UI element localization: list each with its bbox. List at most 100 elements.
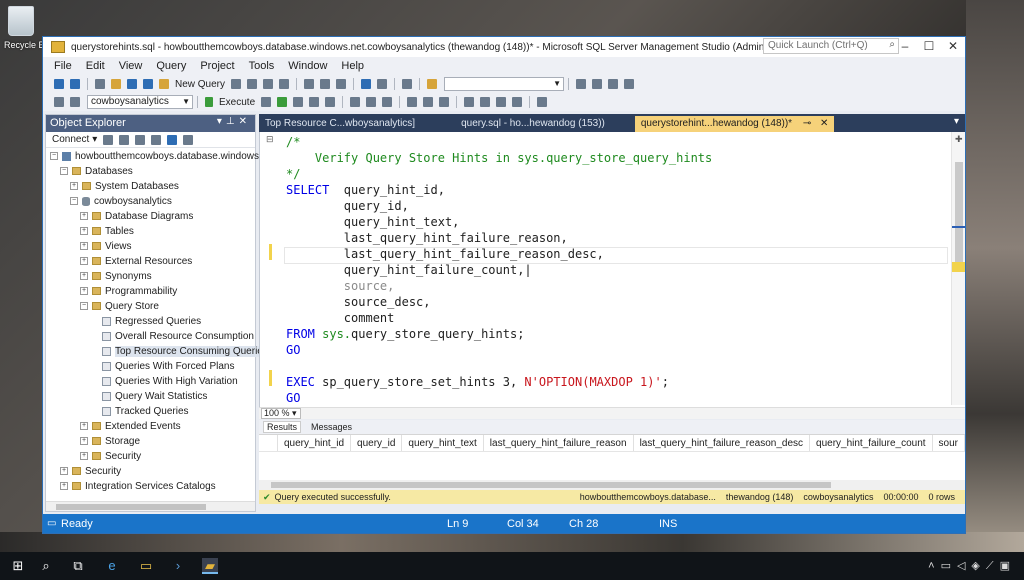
expand-icon[interactable]: + xyxy=(80,452,88,461)
tab-messages[interactable]: Messages xyxy=(311,422,352,432)
tree-item[interactable]: − Databases xyxy=(46,164,255,179)
expand-icon[interactable]: + xyxy=(60,467,68,476)
paste-icon[interactable] xyxy=(336,79,347,89)
tree-item[interactable]: + External Resources xyxy=(46,254,255,269)
windows-start-icon[interactable]: ⊞ xyxy=(10,558,26,574)
object-explorer-hscrollbar[interactable] xyxy=(46,501,255,511)
live-query-stats-icon[interactable] xyxy=(366,97,377,107)
back-icon[interactable] xyxy=(54,79,64,89)
results-to-grid-icon[interactable] xyxy=(423,97,434,107)
tree-item[interactable]: Top Resource Consuming Queries xyxy=(46,344,268,359)
tree-item[interactable]: + Views xyxy=(46,239,255,254)
results-to-file-icon[interactable] xyxy=(439,97,450,107)
undo-icon[interactable] xyxy=(361,79,372,89)
ssms-taskbar-icon[interactable]: ▰ xyxy=(202,558,218,574)
recycle-bin[interactable]: Recycle Bi xyxy=(4,6,47,54)
results-grid[interactable]: query_hint_id query_id query_hint_text last… xyxy=(259,434,965,490)
system-tray[interactable]: ˄▭◁◈⟋▣ xyxy=(928,559,1016,573)
cut-icon[interactable] xyxy=(304,79,315,89)
connect-icon[interactable] xyxy=(103,134,114,145)
new-project-icon[interactable] xyxy=(95,79,105,89)
tree-item[interactable]: + Tables xyxy=(46,224,255,239)
query-mdx-icon[interactable] xyxy=(231,79,242,89)
tree-item[interactable]: + Programmability xyxy=(46,284,255,299)
redo-icon[interactable] xyxy=(377,79,388,89)
include-actual-plan-icon[interactable] xyxy=(350,97,361,107)
execute-icon[interactable] xyxy=(205,97,213,107)
tree-item[interactable]: − howboutthemcowboys.database.windows.n xyxy=(46,149,267,164)
scroll-thumb[interactable] xyxy=(955,162,963,272)
close-panel-icon[interactable]: ✕ xyxy=(239,116,251,127)
copy-icon[interactable] xyxy=(320,79,331,89)
expand-icon[interactable]: + xyxy=(80,227,88,236)
collapse-icon[interactable]: − xyxy=(50,152,58,161)
tree-item[interactable]: + Integration Services Catalogs xyxy=(46,479,255,494)
expand-icon[interactable]: + xyxy=(80,257,88,266)
activity-icon[interactable] xyxy=(183,134,194,145)
expand-icon[interactable]: + xyxy=(70,182,78,191)
collapse-icon[interactable]: − xyxy=(80,302,88,311)
save-icon[interactable] xyxy=(127,79,137,89)
expand-icon[interactable]: + xyxy=(80,242,88,251)
collapse-icon[interactable]: − xyxy=(60,167,68,176)
menu-help[interactable]: Help xyxy=(334,60,371,72)
tree-item[interactable]: + Extended Events xyxy=(46,419,255,434)
decrease-indent-icon[interactable] xyxy=(496,97,507,107)
task-view-icon[interactable]: ⧉ xyxy=(70,558,86,574)
expand-icon[interactable]: + xyxy=(80,437,88,446)
solution-explorer-icon[interactable] xyxy=(576,79,587,89)
scroll-thumb[interactable] xyxy=(56,504,206,510)
template-explorer-icon[interactable] xyxy=(624,79,635,89)
intellisense-icon[interactable] xyxy=(325,97,336,107)
pin-icon[interactable]: ⊸ xyxy=(803,118,811,129)
expand-icon[interactable]: + xyxy=(80,272,88,281)
query-xmla-icon[interactable] xyxy=(263,79,274,89)
tree-item[interactable]: + Database Diagrams xyxy=(46,209,255,224)
properties-icon[interactable] xyxy=(592,79,603,89)
new-query-icon[interactable] xyxy=(159,79,169,89)
results-column-header[interactable]: last_query_hint_failure_reason xyxy=(484,435,634,451)
display-plan-icon[interactable] xyxy=(293,97,304,107)
tab-querystorehints[interactable]: querystorehint...hewandog (148))* ⊸ ✕ xyxy=(634,116,835,132)
tree-item[interactable]: + Security xyxy=(46,464,255,479)
tree-item[interactable]: + System Databases xyxy=(46,179,255,194)
expand-icon[interactable]: + xyxy=(60,482,68,491)
search-icon[interactable]: ⌕ xyxy=(38,558,54,574)
toolbox-icon[interactable] xyxy=(608,79,619,89)
connect-button[interactable]: Connect xyxy=(52,134,89,145)
results-column-header[interactable]: query_hint_id xyxy=(278,435,352,451)
filter-icon[interactable] xyxy=(54,97,64,107)
tree-item[interactable]: + Storage xyxy=(46,434,255,449)
pin-icon[interactable]: ⊥ xyxy=(226,116,239,127)
tab-top-resource[interactable]: Top Resource C...wboysanalytics] xyxy=(259,116,421,132)
tree-item[interactable]: + Security xyxy=(46,449,255,464)
results-to-text-icon[interactable] xyxy=(407,97,418,107)
split-icon[interactable]: ✚ xyxy=(955,134,963,145)
scroll-thumb[interactable] xyxy=(271,482,831,488)
close-tab-icon[interactable]: ✕ xyxy=(820,118,828,129)
chevron-down-icon[interactable]: ▾ xyxy=(92,134,97,145)
file-explorer-icon[interactable]: ▭ xyxy=(138,558,154,574)
change-connection-icon[interactable] xyxy=(70,97,80,107)
open-file-icon[interactable] xyxy=(111,79,121,89)
menu-view[interactable]: View xyxy=(112,60,150,72)
comment-out-icon[interactable] xyxy=(464,97,475,107)
specify-template-values-icon[interactable] xyxy=(537,97,548,107)
increase-indent-icon[interactable] xyxy=(512,97,523,107)
menu-query[interactable]: Query xyxy=(149,60,193,72)
close-button[interactable]: ✕ xyxy=(941,37,965,57)
collapse-icon[interactable]: ⊟ xyxy=(266,134,274,145)
results-column-header[interactable]: sour xyxy=(933,435,965,451)
tree-item[interactable]: Regressed Queries xyxy=(46,314,255,329)
results-column-header[interactable]: query_id xyxy=(351,435,403,451)
tree-item[interactable]: Queries With Forced Plans xyxy=(46,359,255,374)
collapse-icon[interactable]: − xyxy=(70,197,78,206)
cancel-query-icon[interactable] xyxy=(261,97,272,107)
results-column-header[interactable]: query_hint_failure_count xyxy=(810,435,933,451)
menu-edit[interactable]: Edit xyxy=(79,60,112,72)
zoom-select[interactable]: 100 % ▾ xyxy=(261,408,301,419)
results-column-header[interactable]: query_hint_text xyxy=(402,435,484,451)
stop-icon[interactable] xyxy=(135,134,146,145)
minimize-button[interactable]: – xyxy=(893,37,917,57)
expand-icon[interactable]: + xyxy=(80,422,88,431)
